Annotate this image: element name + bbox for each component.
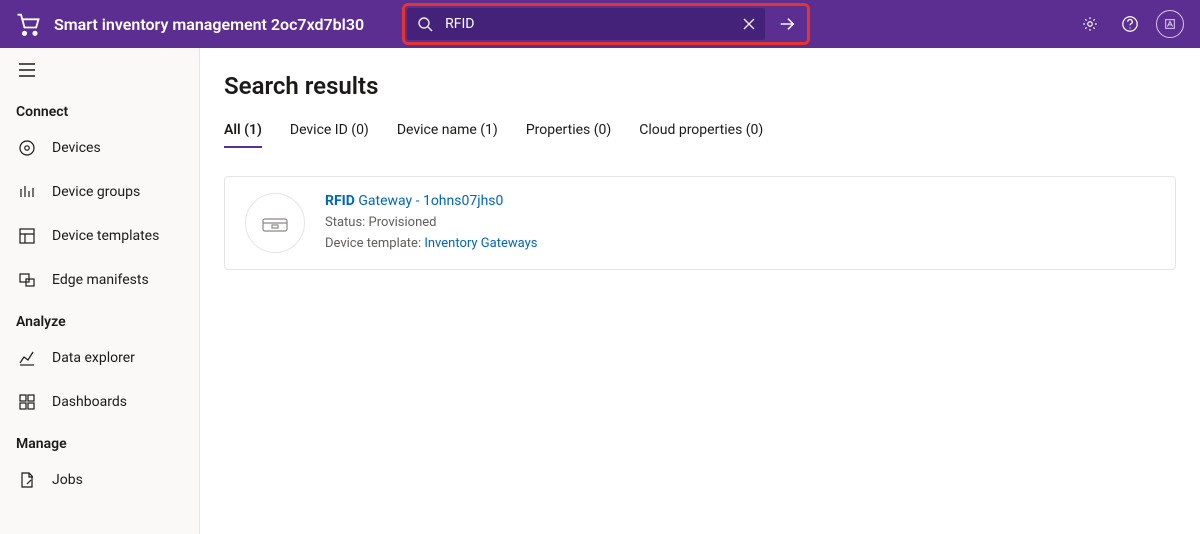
nav-section-manage: Manage [0, 424, 199, 458]
nav-item-label: Edge manifests [52, 272, 149, 288]
avatar-icon [1156, 10, 1184, 38]
hamburger-button[interactable] [0, 48, 199, 92]
result-template: Device template: Inventory Gateways [325, 236, 537, 251]
nav-item-data-explorer[interactable]: Data explorer [0, 336, 199, 380]
result-template-link[interactable]: Inventory Gateways [424, 236, 537, 251]
nav-section-connect: Connect [0, 92, 199, 126]
nav-item-label: Device templates [52, 228, 159, 244]
sidebar: Connect Devices Device groups Device tem… [0, 48, 200, 534]
tab-all[interactable]: All (1) [224, 122, 262, 148]
devices-icon [18, 139, 36, 157]
help-button[interactable] [1110, 0, 1150, 48]
nav-item-device-groups[interactable]: Device groups [0, 170, 199, 214]
tab-device-name[interactable]: Device name (1) [397, 122, 498, 148]
nav-item-label: Jobs [52, 472, 83, 488]
data-explorer-icon [18, 349, 36, 367]
tab-cloud-properties[interactable]: Cloud properties (0) [639, 122, 763, 148]
search-icon [417, 16, 433, 32]
cart-icon [14, 10, 42, 38]
account-button[interactable] [1150, 0, 1190, 48]
app-title: Smart inventory management 2oc7xd7bl30 [54, 15, 364, 34]
result-title-match: RFID [325, 193, 355, 209]
edge-manifests-icon [18, 271, 36, 289]
nav-item-label: Device groups [52, 184, 140, 200]
result-title-rest: Gateway - 1ohns07jhs0 [355, 193, 504, 209]
nav-item-edge-manifests[interactable]: Edge manifests [0, 258, 199, 302]
search-submit-button[interactable] [769, 8, 805, 40]
nav-item-device-templates[interactable]: Device templates [0, 214, 199, 258]
settings-button[interactable] [1070, 0, 1110, 48]
search-highlight-frame [402, 3, 810, 45]
device-templates-icon [18, 227, 36, 245]
result-device-icon [245, 193, 305, 253]
top-bar: Smart inventory management 2oc7xd7bl30 [0, 0, 1200, 48]
result-tabs: All (1) Device ID (0) Device name (1) Pr… [224, 122, 1176, 148]
nav-item-jobs[interactable]: Jobs [0, 458, 199, 502]
device-groups-icon [18, 183, 36, 201]
nav-item-label: Data explorer [52, 350, 135, 366]
nav-item-label: Devices [52, 140, 101, 156]
nav-section-analyze: Analyze [0, 302, 199, 336]
tab-device-id[interactable]: Device ID (0) [290, 122, 369, 148]
jobs-icon [18, 471, 36, 489]
result-title[interactable]: RFID Gateway - 1ohns07jhs0 [325, 193, 537, 209]
nav-item-dashboards[interactable]: Dashboards [0, 380, 199, 424]
tab-properties[interactable]: Properties (0) [526, 122, 611, 148]
nav-item-devices[interactable]: Devices [0, 126, 199, 170]
result-status: Status: Provisioned [325, 215, 537, 230]
search-input[interactable] [445, 16, 741, 32]
page-title: Search results [224, 72, 1176, 100]
search-box[interactable] [407, 8, 765, 40]
search-result-card[interactable]: RFID Gateway - 1ohns07jhs0 Status: Provi… [224, 176, 1176, 270]
clear-icon[interactable] [741, 16, 757, 32]
nav-item-label: Dashboards [52, 394, 127, 410]
main-content: Search results All (1) Device ID (0) Dev… [200, 48, 1200, 534]
dashboards-icon [18, 393, 36, 411]
